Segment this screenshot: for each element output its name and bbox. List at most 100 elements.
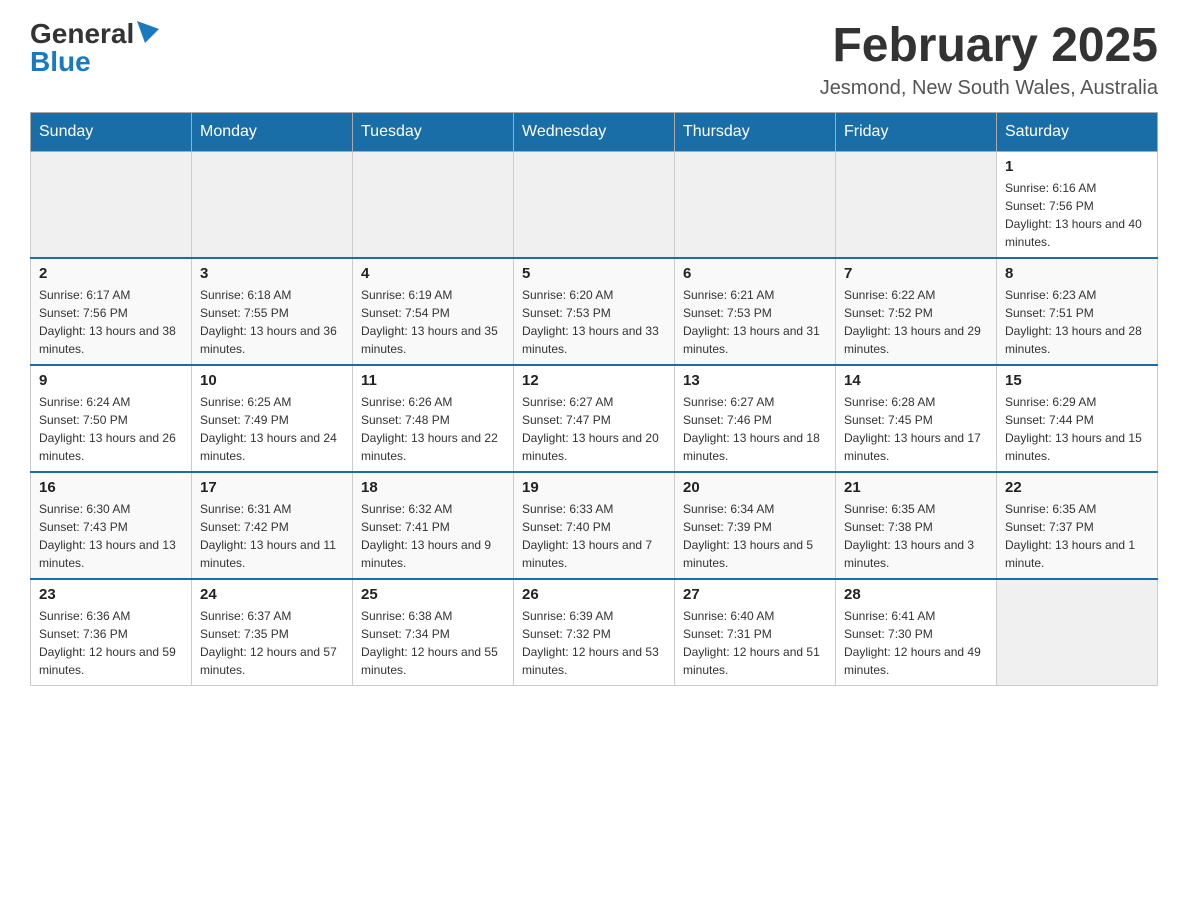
logo-blue-text: Blue xyxy=(30,48,91,76)
table-row: 19Sunrise: 6:33 AM Sunset: 7:40 PM Dayli… xyxy=(514,472,675,579)
table-row xyxy=(675,151,836,258)
day-info: Sunrise: 6:25 AM Sunset: 7:49 PM Dayligh… xyxy=(200,393,344,465)
day-info: Sunrise: 6:20 AM Sunset: 7:53 PM Dayligh… xyxy=(522,286,666,358)
table-row xyxy=(31,151,192,258)
table-row: 23 Sunrise: 6:36 AM Sunset: 7:36 PM Dayli… xyxy=(31,579,192,686)
table-row: 7Sunrise: 6:22 AM Sunset: 7:52 PM Daylig… xyxy=(836,258,997,365)
day-info: Sunrise: 6:33 AM Sunset: 7:40 PM Dayligh… xyxy=(522,500,666,572)
calendar-table: Sunday Monday Tuesday Wednesday Thursday… xyxy=(30,112,1158,686)
table-row: 28 Sunrise: 6:41 AM Sunset: 7:30 PM Dayli… xyxy=(836,579,997,686)
calendar-week-row: 2 Sunrise: 6:17 AM Sunset: 7:56 PM Daylig… xyxy=(31,258,1158,365)
month-title: February 2025 xyxy=(820,20,1158,73)
table-row: 14 Sunrise: 6:28 AM Sunset: 7:45 PM Dayli… xyxy=(836,365,997,472)
day-number: 6 xyxy=(683,265,827,282)
table-row: 26 Sunrise: 6:39 AM Sunset: 7:32 PM Dayli… xyxy=(514,579,675,686)
day-number: 2 xyxy=(39,265,183,282)
day-number: 3 xyxy=(200,265,344,282)
table-row xyxy=(192,151,353,258)
day-info: Sunrise: 6:41 AM Sunset: 7:30 PM Dayligh… xyxy=(844,607,988,679)
table-row xyxy=(514,151,675,258)
table-row: 20 Sunrise: 6:34 AM Sunset: 7:39 PM Dayli… xyxy=(675,472,836,579)
table-row xyxy=(836,151,997,258)
day-number: 1 xyxy=(1005,158,1149,175)
day-number: 24 xyxy=(200,586,344,603)
table-row: 11Sunrise: 6:26 AM Sunset: 7:48 PM Dayli… xyxy=(353,365,514,472)
table-row: 16 Sunrise: 6:30 AM Sunset: 7:43 PM Dayli… xyxy=(31,472,192,579)
day-info: Sunrise: 6:22 AM Sunset: 7:52 PM Dayligh… xyxy=(844,286,988,358)
table-row: 4 Sunrise: 6:19 AM Sunset: 7:54 PM Daylig… xyxy=(353,258,514,365)
day-info: Sunrise: 6:39 AM Sunset: 7:32 PM Dayligh… xyxy=(522,607,666,679)
day-number: 28 xyxy=(844,586,988,603)
day-number: 5 xyxy=(522,265,666,282)
table-row: 6 Sunrise: 6:21 AM Sunset: 7:53 PM Daylig… xyxy=(675,258,836,365)
logo-arrow-icon xyxy=(137,21,159,43)
day-info: Sunrise: 6:38 AM Sunset: 7:34 PM Dayligh… xyxy=(361,607,505,679)
header-wednesday: Wednesday xyxy=(514,112,675,151)
logo-general-text: General xyxy=(30,20,134,48)
day-number: 13 xyxy=(683,372,827,389)
day-info: Sunrise: 6:34 AM Sunset: 7:39 PM Dayligh… xyxy=(683,500,827,572)
table-row: 24 Sunrise: 6:37 AM Sunset: 7:35 PM Dayli… xyxy=(192,579,353,686)
table-row: 5 Sunrise: 6:20 AM Sunset: 7:53 PM Daylig… xyxy=(514,258,675,365)
day-info: Sunrise: 6:21 AM Sunset: 7:53 PM Dayligh… xyxy=(683,286,827,358)
day-info: Sunrise: 6:24 AM Sunset: 7:50 PM Dayligh… xyxy=(39,393,183,465)
day-number: 26 xyxy=(522,586,666,603)
day-info: Sunrise: 6:29 AM Sunset: 7:44 PM Dayligh… xyxy=(1005,393,1149,465)
day-info: Sunrise: 6:36 AM Sunset: 7:36 PM Dayligh… xyxy=(39,607,183,679)
day-info: Sunrise: 6:31 AM Sunset: 7:42 PM Dayligh… xyxy=(200,500,344,572)
day-number: 27 xyxy=(683,586,827,603)
table-row: 9Sunrise: 6:24 AM Sunset: 7:50 PM Daylig… xyxy=(31,365,192,472)
day-info: Sunrise: 6:28 AM Sunset: 7:45 PM Dayligh… xyxy=(844,393,988,465)
table-row: 2 Sunrise: 6:17 AM Sunset: 7:56 PM Daylig… xyxy=(31,258,192,365)
day-number: 4 xyxy=(361,265,505,282)
day-number: 17 xyxy=(200,479,344,496)
day-info: Sunrise: 6:18 AM Sunset: 7:55 PM Dayligh… xyxy=(200,286,344,358)
calendar-header-row: Sunday Monday Tuesday Wednesday Thursday… xyxy=(31,112,1158,151)
table-row: 25Sunrise: 6:38 AM Sunset: 7:34 PM Dayli… xyxy=(353,579,514,686)
header-tuesday: Tuesday xyxy=(353,112,514,151)
page-header: General Blue February 2025 Jesmond, New … xyxy=(30,20,1158,100)
day-info: Sunrise: 6:37 AM Sunset: 7:35 PM Dayligh… xyxy=(200,607,344,679)
day-number: 14 xyxy=(844,372,988,389)
table-row: 22 Sunrise: 6:35 AM Sunset: 7:37 PM Dayli… xyxy=(997,472,1158,579)
table-row: 13Sunrise: 6:27 AM Sunset: 7:46 PM Dayli… xyxy=(675,365,836,472)
header-monday: Monday xyxy=(192,112,353,151)
table-row: 12 Sunrise: 6:27 AM Sunset: 7:47 PM Dayli… xyxy=(514,365,675,472)
day-number: 18 xyxy=(361,479,505,496)
table-row: 1 Sunrise: 6:16 AM Sunset: 7:56 PM Daylig… xyxy=(997,151,1158,258)
table-row xyxy=(353,151,514,258)
day-number: 15 xyxy=(1005,372,1149,389)
day-number: 23 xyxy=(39,586,183,603)
day-number: 22 xyxy=(1005,479,1149,496)
day-number: 10 xyxy=(200,372,344,389)
day-number: 8 xyxy=(1005,265,1149,282)
day-info: Sunrise: 6:40 AM Sunset: 7:31 PM Dayligh… xyxy=(683,607,827,679)
day-info: Sunrise: 6:16 AM Sunset: 7:56 PM Dayligh… xyxy=(1005,179,1149,251)
day-info: Sunrise: 6:32 AM Sunset: 7:41 PM Dayligh… xyxy=(361,500,505,572)
calendar-week-row: 23 Sunrise: 6:36 AM Sunset: 7:36 PM Dayli… xyxy=(31,579,1158,686)
day-number: 12 xyxy=(522,372,666,389)
table-row: 18 Sunrise: 6:32 AM Sunset: 7:41 PM Dayli… xyxy=(353,472,514,579)
day-number: 16 xyxy=(39,479,183,496)
day-info: Sunrise: 6:30 AM Sunset: 7:43 PM Dayligh… xyxy=(39,500,183,572)
table-row: 27 Sunrise: 6:40 AM Sunset: 7:31 PM Dayli… xyxy=(675,579,836,686)
day-info: Sunrise: 6:35 AM Sunset: 7:37 PM Dayligh… xyxy=(1005,500,1149,572)
day-number: 21 xyxy=(844,479,988,496)
table-row xyxy=(997,579,1158,686)
header-sunday: Sunday xyxy=(31,112,192,151)
calendar-week-row: 16 Sunrise: 6:30 AM Sunset: 7:43 PM Dayli… xyxy=(31,472,1158,579)
title-section: February 2025 Jesmond, New South Wales, … xyxy=(820,20,1158,100)
day-info: Sunrise: 6:17 AM Sunset: 7:56 PM Dayligh… xyxy=(39,286,183,358)
day-info: Sunrise: 6:19 AM Sunset: 7:54 PM Dayligh… xyxy=(361,286,505,358)
table-row: 3 Sunrise: 6:18 AM Sunset: 7:55 PM Daylig… xyxy=(192,258,353,365)
day-number: 11 xyxy=(361,372,505,389)
day-info: Sunrise: 6:23 AM Sunset: 7:51 PM Dayligh… xyxy=(1005,286,1149,358)
header-thursday: Thursday xyxy=(675,112,836,151)
location-text: Jesmond, New South Wales, Australia xyxy=(820,77,1158,100)
table-row: 17 Sunrise: 6:31 AM Sunset: 7:42 PM Dayli… xyxy=(192,472,353,579)
calendar-week-row: 1 Sunrise: 6:16 AM Sunset: 7:56 PM Daylig… xyxy=(31,151,1158,258)
table-row: 8 Sunrise: 6:23 AM Sunset: 7:51 PM Daylig… xyxy=(997,258,1158,365)
day-number: 20 xyxy=(683,479,827,496)
day-info: Sunrise: 6:35 AM Sunset: 7:38 PM Dayligh… xyxy=(844,500,988,572)
day-info: Sunrise: 6:27 AM Sunset: 7:47 PM Dayligh… xyxy=(522,393,666,465)
